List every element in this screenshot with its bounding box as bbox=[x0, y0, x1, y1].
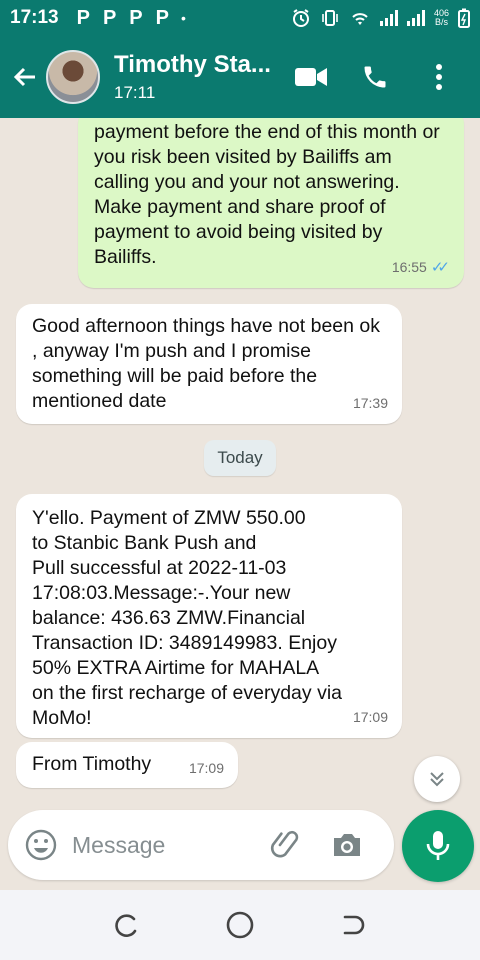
contact-subtitle: 17:11 bbox=[114, 83, 156, 102]
date-divider: Today bbox=[204, 440, 276, 476]
status-bar: 17:13 P P P P • 406 B/s bbox=[0, 0, 480, 36]
status-time: 17:13 bbox=[10, 7, 59, 28]
more-options-icon[interactable] bbox=[422, 60, 456, 94]
message-time: 17:09 bbox=[188, 760, 224, 776]
notification-icons: P P P P bbox=[77, 7, 169, 30]
attach-icon[interactable] bbox=[268, 826, 306, 864]
message-time: 17:39 bbox=[352, 395, 388, 411]
read-receipt-icon: ✓✓ bbox=[430, 259, 450, 276]
back-arrow-icon[interactable] bbox=[10, 62, 40, 92]
notification-p-icon: P bbox=[76, 6, 90, 29]
chat-area[interactable]: payment before the end of this month or … bbox=[0, 118, 480, 890]
voice-message-button[interactable] bbox=[402, 810, 474, 882]
notification-p-icon: P bbox=[102, 6, 117, 29]
message-text: Good afternoon things have not been ok ,… bbox=[32, 315, 381, 412]
message-text: Y'ello. Payment of ZMW 550.00 to Stanbic… bbox=[32, 507, 342, 729]
more-notifications-dot: • bbox=[180, 10, 186, 26]
notification-p-icon: P bbox=[129, 6, 143, 29]
voice-call-icon[interactable] bbox=[358, 60, 392, 94]
message-meta: 17:09 bbox=[353, 705, 388, 730]
battery-icon bbox=[458, 8, 470, 28]
message-meta: 17:39 bbox=[353, 391, 388, 416]
alarm-icon bbox=[292, 9, 309, 27]
message-bubble-outgoing[interactable]: payment before the end of this month or … bbox=[78, 118, 464, 288]
message-input[interactable] bbox=[72, 831, 262, 859]
scroll-to-bottom-button[interactable] bbox=[414, 756, 460, 802]
microphone-icon bbox=[426, 831, 450, 860]
message-time: 17:09 bbox=[352, 709, 388, 725]
message-bubble-incoming[interactable]: From Timothy 17:09 bbox=[16, 742, 238, 788]
video-call-icon[interactable] bbox=[294, 60, 328, 94]
back-button[interactable] bbox=[333, 905, 373, 945]
wifi-icon bbox=[352, 13, 368, 25]
message-time: 16:55 bbox=[391, 259, 427, 275]
recent-apps-icon bbox=[114, 914, 136, 937]
notification-p-icon: P bbox=[155, 6, 169, 29]
message-text: payment before the end of this month or … bbox=[94, 121, 440, 268]
camera-icon[interactable] bbox=[328, 826, 366, 864]
message-composer bbox=[8, 810, 394, 880]
chat-header: Timothy Sta... 17:11 bbox=[0, 36, 480, 118]
message-bubble-incoming[interactable]: Y'ello. Payment of ZMW 550.00 to Stanbic… bbox=[16, 494, 402, 738]
message-meta: 16:55 ✓✓ bbox=[392, 255, 450, 280]
signal-bars-icon bbox=[379, 10, 398, 26]
home-button[interactable] bbox=[220, 905, 260, 945]
emoji-icon[interactable] bbox=[24, 828, 58, 862]
avatar[interactable] bbox=[46, 50, 100, 104]
header-actions bbox=[294, 60, 456, 94]
contact-name: Timothy Sta... bbox=[114, 51, 271, 78]
recent-apps-button[interactable] bbox=[107, 905, 147, 945]
network-speed: 406 B/s bbox=[433, 8, 449, 27]
status-right: 406 B/s bbox=[291, 8, 470, 28]
message-meta: 17:09 bbox=[189, 756, 224, 781]
system-navigation-bar bbox=[0, 890, 480, 960]
home-circle-icon bbox=[226, 911, 254, 939]
double-chevron-down-icon bbox=[430, 772, 444, 787]
signal-bars-icon bbox=[406, 10, 425, 26]
vibrate-icon bbox=[322, 10, 338, 26]
back-nav-icon bbox=[344, 915, 365, 935]
message-bubble-incoming[interactable]: Good afternoon things have not been ok ,… bbox=[16, 304, 402, 424]
contact-info[interactable]: Timothy Sta... 17:11 bbox=[114, 51, 271, 103]
